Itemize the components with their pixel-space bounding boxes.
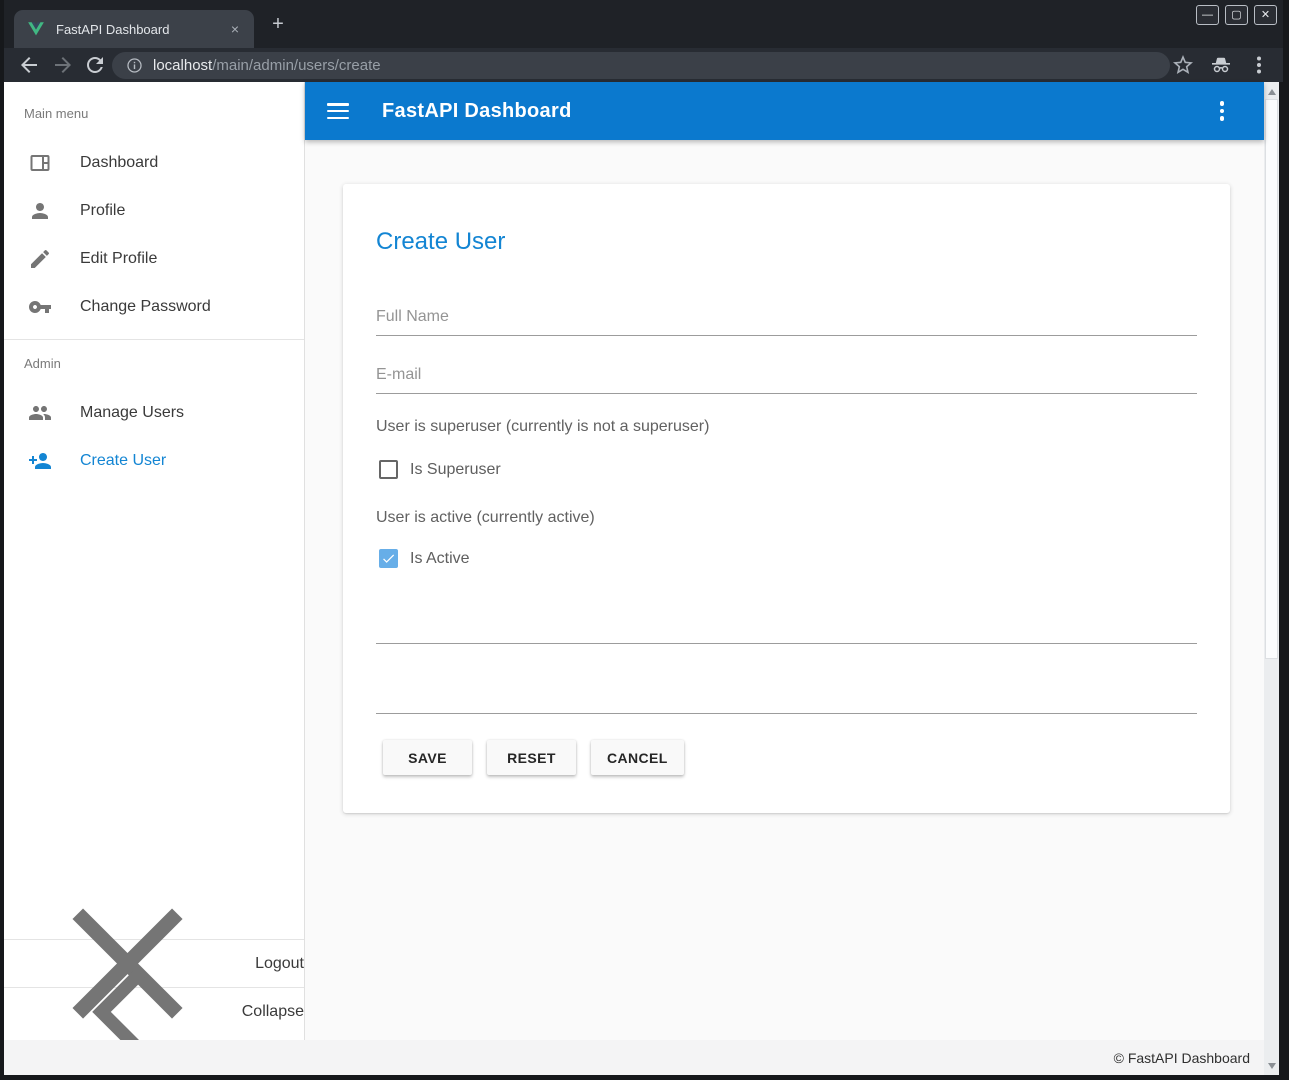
sidebar-section-main-menu: Main menu — [4, 82, 304, 139]
superuser-hint: User is superuser (currently is not a su… — [376, 418, 1197, 436]
window-minimize-icon[interactable]: — — [1196, 5, 1219, 25]
incognito-icon — [1209, 53, 1233, 77]
page-title: Create User — [376, 228, 1197, 256]
scrollbar-thumb[interactable] — [1265, 99, 1278, 659]
sidebar-item-label: Create User — [80, 452, 166, 470]
sidebar-item-label: Change Password — [80, 298, 211, 316]
url-bar[interactable]: localhost/main/admin/users/create — [112, 52, 1170, 79]
window-close-icon[interactable]: ✕ — [1254, 5, 1277, 25]
confirm-password-input[interactable] — [376, 684, 1197, 714]
appbar-kebab-icon[interactable] — [1210, 99, 1234, 123]
group-icon — [28, 401, 52, 425]
create-user-card: Create User User is superuser (currently… — [343, 184, 1230, 813]
sidebar-section-admin: Admin — [4, 340, 304, 389]
tab-title: FastAPI Dashboard — [56, 22, 226, 37]
scroll-down-icon[interactable] — [1264, 1058, 1279, 1073]
is-superuser-label: Is Superuser — [410, 461, 501, 479]
toolbar-right-icons — [1171, 53, 1271, 77]
new-tab-button[interactable]: + — [266, 13, 290, 37]
sidebar: Main menu Dashboard Profile Edit Profile — [4, 82, 305, 1040]
vertical-scrollbar[interactable] — [1264, 82, 1279, 1075]
sidebar-item-label: Profile — [80, 202, 125, 220]
browser-toolbar: localhost/main/admin/users/create — [4, 48, 1283, 82]
cancel-button[interactable]: CANCEL — [591, 740, 684, 775]
sidebar-item-dashboard[interactable]: Dashboard — [4, 139, 304, 187]
sidebar-item-label: Dashboard — [80, 154, 158, 172]
main-area: FastAPI Dashboard Create User User is su… — [305, 82, 1264, 1040]
browser-tab[interactable]: FastAPI Dashboard × — [14, 10, 254, 48]
full-name-input[interactable] — [376, 306, 1197, 336]
browser-titlebar: FastAPI Dashboard × + — ▢ ✕ — [4, 0, 1283, 48]
browser-window: FastAPI Dashboard × + — ▢ ✕ localhost/ma… — [0, 0, 1289, 1080]
checkbox-checked-icon[interactable] — [379, 549, 398, 568]
app-bar: FastAPI Dashboard — [305, 82, 1264, 140]
checkbox-unchecked-icon[interactable] — [379, 460, 398, 479]
back-arrow-icon[interactable] — [17, 53, 41, 77]
reset-button[interactable]: RESET — [487, 740, 576, 775]
reload-icon[interactable] — [83, 53, 107, 77]
is-active-checkbox[interactable]: Is Active — [379, 549, 1197, 568]
sidebar-item-profile[interactable]: Profile — [4, 187, 304, 235]
sidebar-item-label: Edit Profile — [80, 250, 157, 268]
key-icon — [28, 295, 52, 319]
vue-logo-icon — [27, 20, 45, 38]
set-password-input[interactable] — [376, 614, 1197, 644]
sidebar-item-manage-users[interactable]: Manage Users — [4, 389, 304, 437]
sidebar-bottom: Logout Collapse — [4, 939, 304, 1035]
collapse-label: Collapse — [242, 1003, 304, 1021]
browser-menu-kebab-icon[interactable] — [1247, 53, 1271, 77]
page-footer: © FastAPI Dashboard — [4, 1040, 1264, 1075]
sidebar-item-collapse[interactable]: Collapse — [4, 987, 304, 1035]
tab-close-icon[interactable]: × — [226, 21, 244, 37]
active-hint: User is active (currently active) — [376, 509, 1197, 527]
app-title: FastAPI Dashboard — [382, 100, 572, 123]
hamburger-menu-icon[interactable] — [327, 103, 349, 119]
email-input[interactable] — [376, 364, 1197, 394]
window-controls: — ▢ ✕ — [1196, 5, 1277, 25]
page-content: Main menu Dashboard Profile Edit Profile — [4, 82, 1279, 1075]
dashboard-icon — [28, 151, 52, 175]
sidebar-item-label: Manage Users — [80, 404, 184, 422]
sidebar-item-edit-profile[interactable]: Edit Profile — [4, 235, 304, 283]
is-superuser-checkbox[interactable]: Is Superuser — [379, 460, 1197, 479]
bookmark-star-icon[interactable] — [1171, 53, 1195, 77]
forward-arrow-icon[interactable] — [51, 53, 75, 77]
person-add-icon — [28, 449, 52, 473]
person-icon — [28, 199, 52, 223]
is-active-label: Is Active — [410, 550, 470, 568]
sidebar-item-create-user[interactable]: Create User — [4, 437, 304, 485]
url-host: localhost — [153, 57, 212, 74]
footer-copyright: © FastAPI Dashboard — [1114, 1050, 1250, 1066]
site-info-icon[interactable] — [126, 57, 143, 74]
scroll-up-icon[interactable] — [1264, 84, 1279, 99]
save-button[interactable]: SAVE — [383, 740, 472, 775]
form-actions: SAVE RESET CANCEL — [383, 740, 1197, 775]
sidebar-item-change-password[interactable]: Change Password — [4, 283, 304, 331]
window-maximize-icon[interactable]: ▢ — [1225, 5, 1248, 25]
url-path: /main/admin/users/create — [212, 57, 380, 74]
logout-label: Logout — [255, 955, 304, 973]
pencil-icon — [28, 247, 52, 271]
